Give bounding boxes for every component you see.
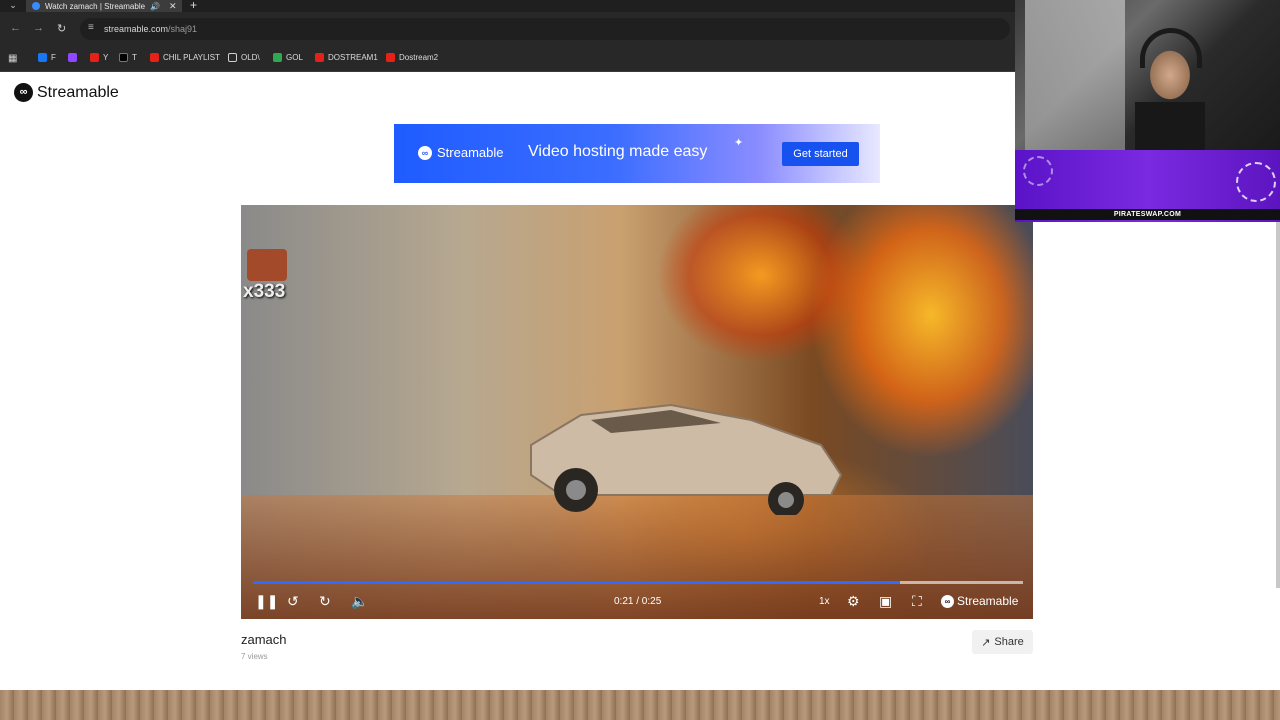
url-path: /shaj91 — [168, 24, 198, 34]
webcam-overlay — [1015, 0, 1280, 150]
tab-title: Watch zamach | Streamable — [45, 1, 146, 11]
tab-favicon-icon — [32, 2, 40, 10]
back-arrow-icon[interactable]: ← — [10, 22, 21, 34]
share-button[interactable]: ↗ Share — [972, 630, 1033, 654]
x-icon — [119, 53, 128, 62]
folder-icon — [228, 53, 237, 62]
bookmark-label: GOL — [286, 53, 303, 62]
share-label: Share — [994, 636, 1024, 648]
time-display: 0:21 / 0:25 — [614, 596, 662, 607]
youtube-icon — [386, 53, 395, 62]
bookmark-old[interactable]: OLD\ — [228, 53, 260, 62]
bookmark-chil-playlist[interactable]: CHIL PLAYLIST — [150, 53, 220, 62]
player-controls: ❚❚ ↺ ↻ 🔈 0:21 / 0:25 1x ⚙ ▣ ⛶ ∞ Streamab… — [241, 587, 1033, 619]
progress-fill — [253, 581, 900, 584]
video-title: zamach — [241, 632, 287, 647]
miniplayer-icon[interactable]: ▣ — [879, 593, 892, 610]
video-views: 7 views — [241, 652, 268, 661]
promo-text: PIRATESWAP.COM — [1015, 209, 1280, 220]
site-info-icon[interactable]: ≡ — [88, 22, 94, 33]
youtube-icon — [90, 53, 99, 62]
streamable-logo-icon: ∞ — [941, 594, 954, 608]
banner-tagline: Video hosting made easy — [528, 143, 708, 160]
banner-brand-text: Streamable — [437, 145, 504, 160]
share-icon: ↗ — [981, 636, 991, 649]
bookmark-label: OLD\ — [241, 53, 260, 62]
logo-text: Streamable — [37, 83, 119, 101]
bookmark-twitch[interactable] — [68, 53, 81, 62]
ad-banner[interactable]: ∞ Streamable Video hosting made easy ✦ G… — [394, 124, 880, 183]
promo-overlay: PIRATESWAP.COM — [1015, 150, 1280, 222]
webcam-window — [1025, 0, 1125, 150]
apps-grid-icon[interactable]: ▦ — [8, 53, 17, 64]
forward-arrow-icon[interactable]: → — [33, 22, 44, 34]
video-player[interactable]: x333 ❚❚ ↺ ↻ 🔈 0:21 / 0:25 1x ⚙ ▣ ⛶ ∞ Str… — [241, 205, 1033, 619]
tab-search-icon[interactable]: ⌄ — [6, 0, 20, 12]
bookmark-label: Y — [103, 53, 109, 62]
bookmark-gol[interactable]: GOL — [273, 53, 303, 62]
browser-tab[interactable]: Watch zamach | Streamable 🔊 ✕ — [26, 0, 182, 12]
youtube-icon — [150, 53, 159, 62]
bookmark-label: T — [132, 53, 137, 62]
gol-icon — [273, 53, 282, 62]
bookmark-y[interactable]: Y — [90, 53, 108, 62]
address-bar[interactable]: ≡ streamable.com/shaj91 — [80, 18, 1010, 40]
rewind-icon[interactable]: ↺ — [287, 593, 299, 610]
url-text: streamable.com/shaj91 — [104, 24, 197, 34]
bookmark-label: Dostream2 — [399, 53, 439, 62]
volume-icon[interactable]: 🔈 — [351, 593, 368, 610]
speaker-icon[interactable]: 🔊 — [150, 2, 160, 11]
burning-car-image — [530, 403, 843, 515]
forward-icon[interactable]: ↻ — [319, 593, 331, 610]
streamable-logo-icon: ∞ — [418, 145, 432, 160]
stream-bottom-overlay — [0, 690, 1280, 720]
fullscreen-icon[interactable]: ⛶ — [912, 593, 922, 610]
get-started-button[interactable]: Get started — [782, 142, 859, 166]
reload-icon[interactable]: ↻ — [57, 22, 66, 35]
facebook-icon — [38, 53, 47, 62]
sparkle-icon: ✦ — [734, 137, 744, 149]
pause-icon[interactable]: ❚❚ — [255, 593, 278, 610]
chat-emote-overlay: x333 — [243, 225, 291, 303]
plus-icon[interactable]: + — [190, 0, 197, 12]
swirl-decoration — [1236, 162, 1276, 202]
bookmark-label: CHIL PLAYLIST — [163, 53, 220, 62]
emote-count: x333 — [243, 281, 286, 302]
url-host: streamable.com — [104, 24, 169, 34]
emote-face-icon — [247, 249, 287, 281]
streamable-logo-icon: ∞ — [14, 83, 33, 102]
playback-speed-button[interactable]: 1x — [819, 596, 830, 607]
bookmark-f[interactable]: F — [38, 53, 56, 62]
twitch-icon — [68, 53, 77, 62]
banner-brand: ∞ Streamable — [418, 145, 503, 160]
bookmark-label: DOSTREAM1 — [328, 53, 378, 62]
player-brand-link[interactable]: ∞ Streamable — [941, 594, 1018, 608]
settings-icon[interactable]: ⚙ — [847, 593, 860, 610]
youtube-icon — [315, 53, 324, 62]
swirl-decoration — [1023, 156, 1053, 186]
bookmark-dostream2[interactable]: Dostream2 — [386, 53, 438, 62]
site-logo[interactable]: ∞ Streamable — [14, 83, 119, 102]
bookmark-dostream1[interactable]: DOSTREAM1 — [315, 53, 378, 62]
bookmark-t[interactable]: T — [119, 53, 137, 62]
progress-bar[interactable] — [253, 581, 1023, 584]
close-icon[interactable]: ✕ — [169, 1, 177, 12]
player-brand-text: Streamable — [957, 594, 1019, 608]
bookmark-label: F — [51, 53, 56, 62]
